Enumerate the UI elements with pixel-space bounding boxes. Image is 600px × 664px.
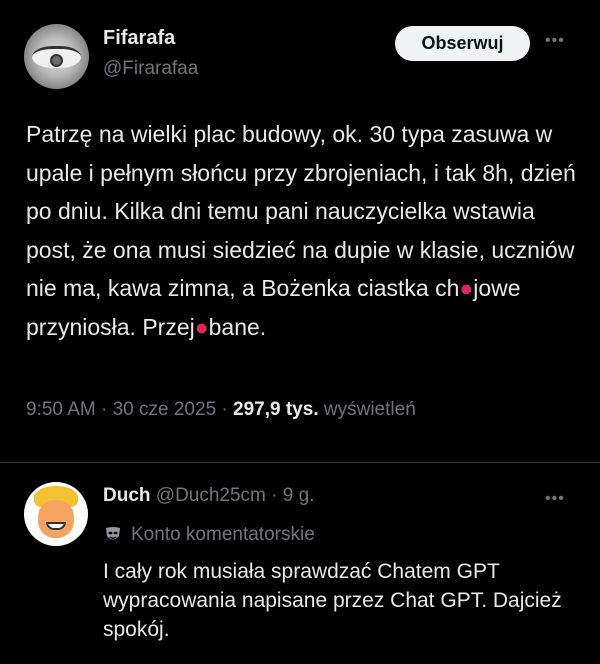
- tweet-text-part3: bane.: [208, 313, 267, 340]
- reply-handle[interactable]: @Duch25cm: [156, 485, 266, 506]
- cartoon-face: [38, 500, 74, 538]
- reply-avatar[interactable]: [24, 482, 88, 546]
- meta-separator: ·: [101, 399, 108, 420]
- mask-icon: [106, 527, 120, 540]
- commentator-badge: Konto komentatorskie: [103, 524, 315, 546]
- meta-separator: ·: [221, 399, 228, 420]
- tweet-meta: 9:50 AM · 30 cze 2025 · 297,9 tys. wyświ…: [26, 399, 416, 421]
- reply-text: I cały rok musiała sprawdzać Chatem GPT …: [103, 560, 562, 641]
- tweet-date[interactable]: 30 cze 2025: [113, 399, 217, 420]
- reply-more-options-icon[interactable]: •••: [545, 490, 565, 508]
- reply-display-name[interactable]: Duch: [103, 485, 151, 506]
- badge-text: Konto komentatorskie: [131, 524, 315, 545]
- reply-header: Duch @Duch25cm · 9 g.: [103, 485, 314, 507]
- eye-icon: [32, 46, 81, 68]
- views-label: wyświetleń: [323, 399, 416, 420]
- reply-age[interactable]: 9 g.: [283, 485, 315, 506]
- author-display-name[interactable]: Fifarafa: [103, 27, 175, 50]
- censor-heart-icon: ●: [194, 313, 209, 340]
- more-options-icon[interactable]: •••: [545, 32, 565, 50]
- reply-separator: ·: [271, 485, 278, 506]
- author-handle[interactable]: @Firarafaa: [103, 58, 198, 80]
- views-count: 297,9 tys.: [233, 399, 319, 420]
- author-avatar[interactable]: [24, 24, 89, 89]
- censor-heart-icon: ●: [459, 275, 474, 301]
- tweet-text: Patrzę na wielki plac budowy, ok. 30 typ…: [26, 115, 586, 346]
- tweet-text-part1: Patrzę na wielki plac budowy, ok. 30 typ…: [26, 121, 576, 301]
- follow-button[interactable]: Obserwuj: [395, 26, 530, 61]
- divider: [0, 462, 600, 463]
- tweet-time[interactable]: 9:50 AM: [26, 399, 96, 420]
- iris: [50, 54, 63, 67]
